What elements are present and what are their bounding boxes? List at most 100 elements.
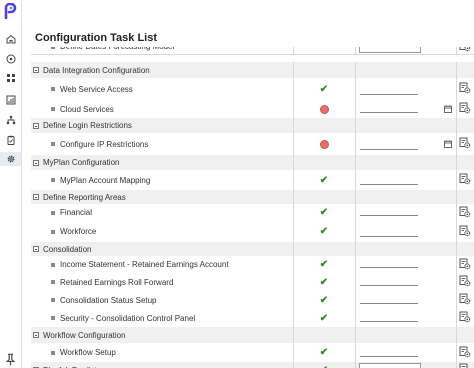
due-date-input[interactable] <box>360 267 418 268</box>
action-cell <box>456 78 474 100</box>
group-label: Define Reporting Areas <box>43 192 126 202</box>
task-settings-icon[interactable] <box>459 275 471 289</box>
task-settings-icon[interactable] <box>459 346 471 360</box>
due-date-cell <box>355 62 457 78</box>
due-date-input[interactable] <box>360 215 418 216</box>
due-date-input[interactable] <box>360 184 418 185</box>
task-name-cell: Financial <box>31 204 294 221</box>
action-cell <box>456 327 474 343</box>
task-settings-icon[interactable] <box>459 137 471 151</box>
due-date-input[interactable] <box>359 363 421 368</box>
action-cell <box>456 309 474 327</box>
checkmark-icon: ✔ <box>319 259 329 270</box>
due-date-cell <box>355 170 457 190</box>
collapse-toggle-icon[interactable] <box>33 67 39 73</box>
task-name-cell: Planful: Predict <box>31 362 294 368</box>
task-name-cell: Workflow Configuration <box>31 327 294 343</box>
bullet-icon <box>51 350 55 355</box>
bullet-icon <box>51 210 55 215</box>
collapse-toggle-icon[interactable] <box>33 159 39 166</box>
task-settings-icon[interactable] <box>459 206 471 220</box>
due-date-cell <box>355 273 457 291</box>
gear-icon[interactable] <box>0 152 21 166</box>
bullet-icon <box>51 262 55 267</box>
page-title: Configuration Task List <box>35 32 158 44</box>
bullet-icon <box>51 280 55 284</box>
task-label: Web Service Access <box>60 84 133 94</box>
status-cell: ✔ <box>293 256 356 273</box>
task-name-cell: Income Statement - Retained Earnings Acc… <box>31 256 294 273</box>
status-cell: ✔ <box>293 221 356 242</box>
reports-icon[interactable] <box>4 93 17 106</box>
task-name-cell: Cloud Services <box>31 100 294 118</box>
status-cell <box>293 190 356 204</box>
group-label: MyPlan Configuration <box>43 158 120 167</box>
action-cell <box>456 273 474 291</box>
status-cell <box>293 118 356 133</box>
task-row: Retained Earnings Roll Forward ✔ <box>31 273 474 292</box>
task-label: Income Statement - Retained Earnings Acc… <box>60 260 229 269</box>
action-cell <box>456 242 474 256</box>
clipboard-icon[interactable] <box>4 133 17 146</box>
due-date-cell <box>355 78 457 100</box>
calendar-icon[interactable] <box>444 140 452 148</box>
task-row: Workflow Setup ✔ <box>31 343 474 363</box>
checkmark-icon: ✔ <box>319 312 329 324</box>
checkmark-icon: ✔ <box>320 365 328 368</box>
task-settings-icon[interactable] <box>459 173 471 187</box>
task-settings-icon[interactable] <box>459 102 471 116</box>
status-cell: ✔ <box>293 343 356 362</box>
pin-icon[interactable] <box>4 353 17 366</box>
due-date-input[interactable] <box>360 303 418 304</box>
due-date-cell <box>355 327 457 343</box>
hierarchy-icon[interactable] <box>4 113 17 126</box>
due-date-input[interactable] <box>359 47 421 53</box>
task-settings-icon[interactable] <box>459 363 471 368</box>
action-cell <box>456 47 474 54</box>
collapse-toggle-icon[interactable] <box>33 122 39 129</box>
task-name-cell: Data Integration Configuration <box>31 62 294 78</box>
task-name-cell: Define Dates Forecasting Model <box>31 47 294 54</box>
collapse-toggle-icon[interactable] <box>33 246 39 252</box>
checkmark-icon: ✔ <box>319 294 329 306</box>
group-row: Define Reporting Areas <box>31 190 474 205</box>
action-cell <box>456 133 474 155</box>
group-row: MyPlan Configuration <box>31 155 474 171</box>
calendar-icon[interactable] <box>444 105 452 113</box>
home-icon[interactable] <box>4 32 17 45</box>
due-date-input[interactable] <box>360 356 418 357</box>
planful-logo[interactable] <box>3 3 17 19</box>
task-label: Financial <box>60 208 93 217</box>
checkmark-icon: ✔ <box>319 207 329 218</box>
grid-icon[interactable] <box>4 71 17 84</box>
task-name-cell: Web Service Access <box>31 78 294 100</box>
action-cell <box>456 100 474 118</box>
due-date-input[interactable] <box>360 149 418 150</box>
task-label: Cloud Services <box>60 104 114 114</box>
due-date-input[interactable] <box>360 285 418 286</box>
due-date-input[interactable] <box>360 321 418 322</box>
task-settings-icon[interactable] <box>459 293 471 307</box>
task-settings-icon[interactable] <box>459 47 471 54</box>
task-row: MyPlan Account Mapping ✔ <box>31 170 474 191</box>
collapse-toggle-icon[interactable] <box>33 194 39 200</box>
task-label: Workforce <box>60 227 97 236</box>
due-date-cell <box>355 362 457 368</box>
bullet-icon <box>51 107 55 111</box>
bullet-icon <box>51 298 55 302</box>
task-settings-icon[interactable] <box>459 82 471 96</box>
due-date-input[interactable] <box>360 112 418 113</box>
bullet-icon <box>51 229 55 234</box>
task-row: Cloud Services <box>31 100 474 119</box>
due-date-input[interactable] <box>360 94 418 95</box>
action-cell <box>456 291 474 309</box>
collapse-toggle-icon[interactable] <box>33 332 39 338</box>
status-cell <box>293 242 356 256</box>
due-date-cell <box>355 133 457 155</box>
due-date-input[interactable] <box>360 236 418 237</box>
task-settings-icon[interactable] <box>459 225 471 239</box>
task-settings-icon[interactable] <box>459 258 471 272</box>
status-cell: ✔ <box>293 309 356 327</box>
task-settings-icon[interactable] <box>459 311 471 325</box>
dashboard-icon[interactable] <box>4 52 17 65</box>
